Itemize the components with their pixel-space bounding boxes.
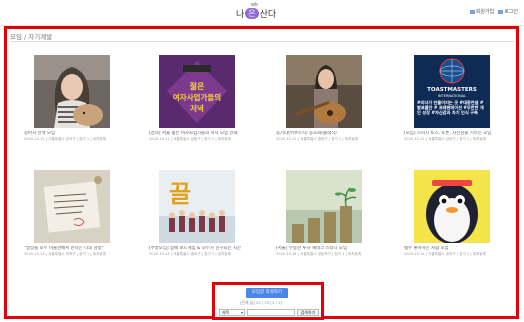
poster-line-2: INTERNATIONAL <box>438 94 466 98</box>
meetup-card[interactable]: 통기타(어쿠스틱) 동호회(클래식) 2020.10.12 | 서울특별시 중랑… <box>276 55 372 142</box>
card-thumbnail[interactable] <box>286 55 362 128</box>
signup-link[interactable]: 회원가입 <box>469 8 495 15</box>
card-meta: 2020.10.12 | 서울특별시 강남구 | 참가 1 | 위치등록 <box>404 137 486 141</box>
page: 나 은 산다 wk 회원가입 로그인 모임 / 자기계발 강아지 산책 모임 2… <box>0 0 524 322</box>
card-thumbnail[interactable] <box>414 170 490 243</box>
search-input[interactable] <box>247 309 295 316</box>
logo-text-right: 산다 <box>259 10 277 20</box>
card-meta: 2020.10.12 | 서울특별시 중랑구 | 참가 1 | 위치등록 <box>276 137 358 141</box>
penguin-character-photo <box>414 170 490 243</box>
top-bar: 나 은 산다 wk 회원가입 로그인 <box>0 0 524 26</box>
coins-plant-photo <box>286 170 362 243</box>
meetup-card[interactable]: TOASTMASTERS INTERNATIONAL #리더가 만들어지는 곳 … <box>404 55 500 142</box>
login-icon <box>498 9 504 14</box>
logo-badge: 은 <box>245 8 259 19</box>
search-field-select[interactable]: 제목 ▾ <box>219 309 245 316</box>
meetup-card[interactable]: 강아지 산책 모임 2020.10.11 | 서울특별시 강서구 | 참가 1 … <box>24 55 120 142</box>
card-meta: 2020.10.11 | 서울특별시 강서구 | 참가 1 | 위치등록 <box>24 137 106 141</box>
signup-link-label: 회원가입 <box>475 9 495 15</box>
meetup-card[interactable]: "일상을 모두 미술관에서 만나는 나의 감정" 2020.10.13 | 서울… <box>24 170 120 257</box>
poster-line-3: #리더가 만들어지는 곳 #대중연설 #발표불안 # 프레젠테이션 #무한한 개… <box>417 100 484 116</box>
card-meta: 2020.10.14 | 서울특별시 영등포구 | 참가 1 | 위치등록 <box>276 252 362 256</box>
poster-line-2: 여자사업가들의 <box>173 92 221 102</box>
meetup-card[interactable]: 젊은 여자사업가들의 저녁 [강의] 서울 젊은 여자사업가들의 저녁 모임 안… <box>149 55 245 142</box>
card-thumbnail[interactable]: TOASTMASTERS INTERNATIONAL #리더가 만들어지는 곳 … <box>414 55 490 128</box>
women-entrepreneurs-poster: 젊은 여자사업가들의 저녁 <box>159 55 235 128</box>
meetup-card[interactable]: 끌 [주말모임] 함께 보드게임 & 모두가 친구되는 시간 2020.10.1… <box>149 170 245 257</box>
winter-movie-poster: 끌 <box>159 170 235 243</box>
card-thumbnail[interactable]: 젊은 여자사업가들의 저녁 <box>159 55 235 128</box>
card-meta: 2020.10.13 | 서울특별시 마포구 | 참가 1 | 위치등록 <box>24 252 106 256</box>
handwritten-note-photo <box>34 170 110 243</box>
logo-text-left: 나 <box>236 10 245 20</box>
card-meta: 2020.10.14 | 서울특별시 송파구 | 참가 1 | 위치등록 <box>404 252 486 256</box>
signup-icon <box>469 9 475 14</box>
chevron-down-icon: ▾ <box>240 310 243 315</box>
logo-superscript: wk <box>251 2 258 8</box>
site-logo[interactable]: 나 은 산다 wk <box>236 2 277 20</box>
top-links: 회원가입 로그인 <box>469 8 518 15</box>
poster-line-1: 끌 <box>169 180 191 208</box>
login-link-label: 로그인 <box>504 9 518 15</box>
page-info: [전체 글] 23 | 23 [1 / 1] <box>240 300 282 305</box>
toastmasters-poster: TOASTMASTERS INTERNATIONAL #리더가 만들어지는 곳 … <box>414 55 490 128</box>
card-thumbnail[interactable]: 끌 <box>159 170 235 243</box>
card-thumbnail[interactable] <box>34 170 110 243</box>
meetup-card[interactable]: 펭수 좋아하는 사람 모임 2020.10.14 | 서울특별시 송파구 | 참… <box>404 170 500 257</box>
search-field-selected: 제목 <box>222 310 230 315</box>
poster-line-1: TOASTMASTERS <box>427 87 477 93</box>
meetup-card[interactable]: [서울] 부동산 투자 재테크 스터디 모임 2020.10.14 | 서울특별… <box>276 170 372 257</box>
section-title: 모임 / 자기계발 <box>10 33 53 41</box>
search-button[interactable]: 검색하기 <box>297 309 319 316</box>
poster-line-3-wrap: #리더가 만들어지는 곳 #대중연설 #발표불안 # 프레젠테이션 #무한한 개… <box>417 100 484 116</box>
poster-line-1: 젊은 <box>190 81 205 91</box>
section-divider <box>10 41 514 42</box>
woman-with-dog-photo <box>34 55 110 128</box>
poster-line-3: 저녁 <box>190 103 204 113</box>
card-thumbnail[interactable] <box>34 55 110 128</box>
woman-with-guitar-photo <box>286 55 362 128</box>
login-link[interactable]: 로그인 <box>498 8 518 15</box>
write-post-button[interactable]: 모임글 작성하기 <box>246 288 288 298</box>
card-meta: 2020.10.11 | 서울특별시 성동구 | 참가 2 | 위치등록 <box>149 137 231 141</box>
card-meta: 2020.10.13 | 서울특별시 종로구 | 참가 1 | 위치등록 <box>149 252 231 256</box>
card-thumbnail[interactable] <box>286 170 362 243</box>
